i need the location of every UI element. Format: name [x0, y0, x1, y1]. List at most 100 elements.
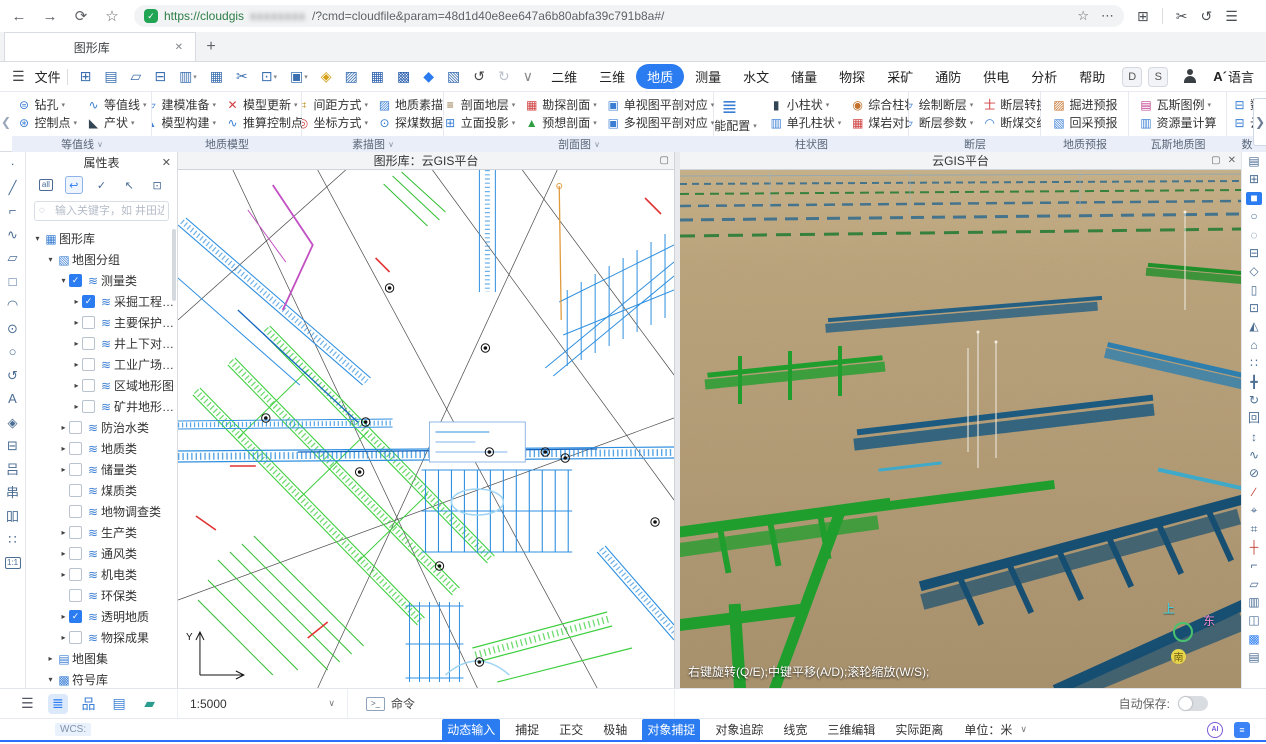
chevron-collapsed-icon[interactable]: ▸: [58, 465, 69, 474]
menu-二维[interactable]: 二维: [540, 64, 588, 89]
hatch-fill-icon[interactable]: ▩: [1242, 633, 1266, 646]
ribbon-button-掘进预报[interactable]: ▨掘进预报: [1051, 99, 1117, 111]
status-toggle-线宽[interactable]: 线宽: [778, 719, 812, 741]
back-arrow-icon[interactable]: ↩: [65, 176, 83, 194]
chevron-collapsed-icon[interactable]: ▸: [58, 528, 69, 537]
chevron-collapsed-icon[interactable]: ▸: [45, 654, 56, 663]
viewport-3d-canvas[interactable]: 右键旋转(Q/E);中键平移(A/D);滚轮缩放(W/S); 上 东 南: [680, 170, 1241, 688]
document-icon[interactable]: ▤: [109, 694, 129, 714]
circle-select-icon[interactable]: ○: [1242, 210, 1266, 223]
layer-checkbox[interactable]: ✓: [69, 568, 82, 581]
tree-item-地质类[interactable]: ▸✓≋地质类: [26, 438, 177, 459]
forward-icon[interactable]: →: [41, 8, 59, 25]
tree-scrollbar[interactable]: [172, 229, 176, 301]
table-style-icon[interactable]: ▩: [397, 68, 410, 85]
list-view-icon[interactable]: ☰: [17, 694, 37, 714]
ribbon-button-等值线[interactable]: ∿等值线▾: [86, 99, 147, 111]
tree-item-地图集[interactable]: ▸▤地图集: [26, 648, 177, 669]
ribbon-button-钻孔[interactable]: ⊜钻孔▾: [16, 99, 77, 111]
polygon-icon[interactable]: ▱: [0, 251, 25, 264]
maximize-icon[interactable]: ▢: [1211, 155, 1220, 166]
ribbon-group-label[interactable]: 柱状图: [714, 136, 909, 152]
save-icon[interactable]: ⊟: [154, 68, 166, 85]
layer-checkbox[interactable]: ✓: [82, 358, 95, 371]
tree-item-透明地质[interactable]: ▸✓≋透明地质: [26, 606, 177, 627]
copy-doc-icon[interactable]: ⊡: [148, 176, 166, 194]
ribbon-button-回采预报[interactable]: ▧回采预报: [1051, 117, 1117, 129]
ribbon-group-label[interactable]: 等值线∨: [12, 136, 152, 152]
file-menu[interactable]: 文件: [35, 67, 61, 86]
tree-item-工业广场平面图[interactable]: ▸✓≋工业广场平面图: [26, 354, 177, 375]
ribbon-button-单视图平剖对应[interactable]: ▣单视图平剖对应▾: [606, 99, 714, 111]
chevron-expanded-icon[interactable]: ▾: [45, 255, 56, 264]
command-input[interactable]: >_ 命令: [348, 695, 415, 712]
open-icon[interactable]: ▱: [131, 68, 142, 85]
tree-item-机电类[interactable]: ▸✓≋机电类: [26, 564, 177, 585]
ribbon-button-资源量计算[interactable]: ▥资源量计算: [1138, 117, 1216, 129]
polyline-icon[interactable]: ⌐: [0, 204, 25, 217]
copy-obj-icon[interactable]: ⊡: [1242, 302, 1266, 315]
ribbon-group-label[interactable]: 剖面图∨: [444, 136, 714, 152]
chevron-collapsed-icon[interactable]: ▸: [58, 570, 69, 579]
chevron-collapsed-icon[interactable]: ▸: [71, 402, 82, 411]
array-icon[interactable]: ∷: [1242, 357, 1266, 370]
delete-icon[interactable]: ▯: [1242, 284, 1266, 297]
ribbon-group-label[interactable]: 素描图∨: [302, 136, 444, 152]
status-toggle-对象追踪[interactable]: 对象追踪: [710, 719, 768, 741]
tree-item-测量类[interactable]: ▾✓≋测量类: [26, 270, 177, 291]
tree-view-icon[interactable]: ≣: [48, 694, 68, 714]
layer-checkbox[interactable]: ✓: [82, 295, 95, 308]
measure-icon[interactable]: ⌖: [1242, 504, 1266, 517]
notes-icon[interactable]: ≡: [1234, 722, 1250, 738]
share-nodes-icon[interactable]: 品: [78, 694, 98, 714]
spring-icon[interactable]: ∿: [1242, 449, 1266, 462]
chevron-collapsed-icon[interactable]: ▸: [58, 612, 69, 621]
ribbon-group-label[interactable]: 地质预报: [1041, 136, 1129, 152]
ribbon-button-综合柱状[interactable]: ◉综合柱状▾: [850, 99, 909, 111]
tree-item-井上下对照图[interactable]: ▸✓≋井上下对照图: [26, 333, 177, 354]
ribbon-button-剖面地层[interactable]: ≡剖面地层▾: [444, 99, 515, 111]
ribbon-group-label[interactable]: 地质模型: [152, 136, 302, 152]
ribbon-button-预想剖面[interactable]: ▲预想剖面▾: [524, 117, 597, 129]
export-icon[interactable]: ▥▾: [179, 68, 197, 85]
layer-checkbox[interactable]: ✓: [69, 589, 82, 602]
menu-储量[interactable]: 储量: [780, 64, 828, 89]
tree-item-防治水类[interactable]: ▸✓≋防治水类: [26, 417, 177, 438]
autosave-toggle[interactable]: [1178, 696, 1208, 711]
paste-one-icon[interactable]: ▱: [1242, 578, 1266, 591]
ribbon-button-勘探剖面[interactable]: ▦勘探剖面▾: [524, 99, 597, 111]
layer-checkbox[interactable]: ✓: [69, 484, 82, 497]
layers-icon[interactable]: ◈: [321, 68, 332, 85]
table-insert-icon[interactable]: ▦: [371, 68, 384, 85]
tree-item-图形库[interactable]: ▾▦图形库: [26, 228, 177, 249]
search-input[interactable]: [34, 201, 169, 221]
menu-供电[interactable]: 供电: [972, 64, 1020, 89]
app-menu-icon[interactable]: ☰: [12, 68, 25, 85]
layer-checkbox[interactable]: ✓: [69, 421, 82, 434]
viewport-2d-canvas[interactable]: Y: [178, 170, 674, 688]
menu-测量[interactable]: 测量: [684, 64, 732, 89]
brush-icon[interactable]: ◆: [423, 68, 434, 85]
rotate-icon[interactable]: ↻: [1242, 394, 1266, 407]
ribbon-button-立面投影[interactable]: ⊞立面投影▾: [444, 117, 515, 129]
apps-grid-icon[interactable]: ⊞: [1137, 8, 1149, 25]
rectangle-icon[interactable]: □: [0, 275, 25, 288]
menu-水文[interactable]: 水文: [732, 64, 780, 89]
hatch-icon[interactable]: ◈: [0, 416, 25, 429]
status-toggle-动态输入[interactable]: 动态输入: [442, 719, 500, 741]
offset-icon[interactable]: 回: [1242, 412, 1266, 425]
menu-帮助[interactable]: 帮助: [1068, 64, 1116, 89]
menu-三维[interactable]: 三维: [588, 64, 636, 89]
tree-item-生产类[interactable]: ▸✓≋生产类: [26, 522, 177, 543]
panel-close-icon[interactable]: ✕: [162, 156, 171, 169]
lasso-select-icon[interactable]: ◌: [1242, 229, 1266, 242]
fillet-icon[interactable]: ⌐: [1242, 559, 1266, 572]
tree-item-物探成果[interactable]: ▸✓≋物探成果: [26, 627, 177, 648]
back-icon[interactable]: ←: [10, 8, 28, 25]
ribbon-button-建模准备[interactable]: ▱建模准备▾: [152, 99, 216, 111]
pick-arrow-icon[interactable]: ↖: [120, 176, 138, 194]
revision-cloud-icon[interactable]: ↺: [0, 369, 25, 382]
ribbon-button-瓦斯图例[interactable]: ▤瓦斯图例▾: [1138, 99, 1216, 111]
layer-checkbox[interactable]: ✓: [82, 337, 95, 350]
language-switch[interactable]: A´语言: [1213, 67, 1254, 86]
